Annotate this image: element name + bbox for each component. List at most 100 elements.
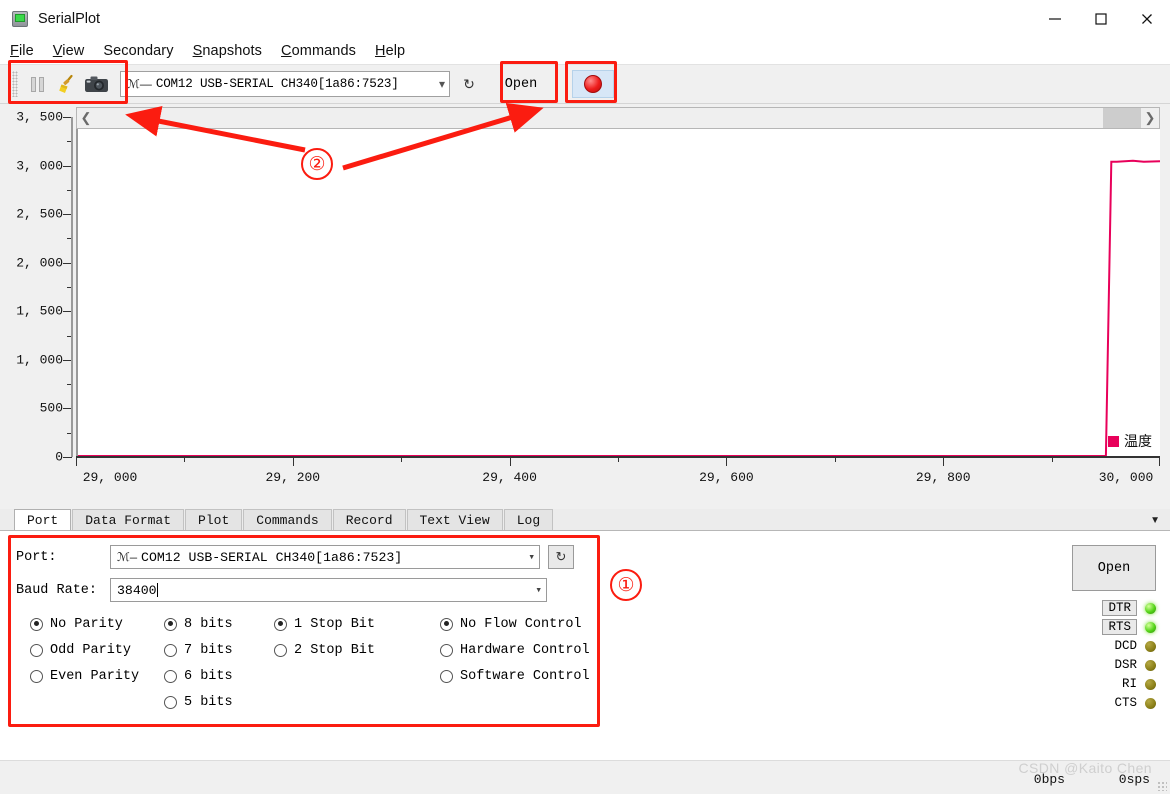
radio-no-flow-control[interactable]: No Flow Control (440, 611, 640, 637)
radio-indicator (164, 695, 177, 709)
chevron-down-icon[interactable]: ▾ (535, 583, 542, 597)
radio-label: Software Control (460, 668, 590, 684)
baud-rate-value: 38400 (117, 582, 157, 598)
ri-label: RI (1121, 677, 1137, 691)
record-button[interactable] (572, 70, 614, 98)
menu-item-file[interactable]: File (10, 43, 34, 59)
x-axis-minor-tick (184, 456, 186, 462)
dtr-toggle-button[interactable]: DTR (1102, 600, 1137, 616)
maximize-icon[interactable] (1078, 0, 1124, 38)
text-cursor (156, 583, 158, 597)
radio-even-parity[interactable]: Even Parity (30, 663, 158, 689)
dtr-led (1145, 602, 1156, 614)
plot-horizontal-scrollbar[interactable]: ❮ ❯ (76, 107, 1160, 129)
toolbar: ℳ— COM12 USB-SERIAL CH340[1a86:7523] ▾ ↻… (0, 64, 1170, 104)
radio-7-bits[interactable]: 7 bits (164, 637, 268, 663)
x-axis-tick-label: 29, 200 (265, 470, 321, 485)
chevron-left-icon[interactable]: ❮ (77, 110, 95, 126)
radio-indicator (274, 617, 287, 631)
radio-2-stop-bit[interactable]: 2 Stop Bit (274, 637, 434, 663)
y-axis: 0 500 1, 000 1, 500 2, 000 2, 500 3, 000 3, 500 (0, 104, 72, 465)
led-row-ri: RI (1006, 675, 1156, 693)
tab-text-view[interactable]: Text View (406, 509, 503, 530)
radio-no-parity[interactable]: No Parity (30, 611, 158, 637)
stopbits-group: 1 Stop Bit 2 Stop Bit (274, 611, 434, 715)
radio-6-bits[interactable]: 6 bits (164, 663, 268, 689)
scrollbar-thumb[interactable] (1103, 108, 1141, 128)
resize-grip[interactable] (1157, 781, 1167, 791)
chevron-down-icon[interactable]: ▾ (528, 550, 535, 564)
toolbar-open-button[interactable]: Open (494, 70, 548, 98)
y-axis-tick-label: 2, 000 (16, 255, 63, 271)
x-axis-tick (726, 456, 728, 466)
camera-icon[interactable] (82, 70, 112, 98)
pause-icon[interactable] (22, 70, 52, 98)
port-select-value: COM12 USB-SERIAL CH340[1a86:7523] (141, 549, 403, 565)
parity-group: No Parity Odd Parity Even Parity (30, 611, 158, 715)
radio-1-stop-bit[interactable]: 1 Stop Bit (274, 611, 434, 637)
tab-port[interactable]: Port (14, 509, 72, 530)
menu-item-secondary[interactable]: Secondary (103, 43, 173, 59)
open-button[interactable]: Open (1072, 545, 1156, 591)
baud-row: Baud Rate: 38400 ▾ (16, 578, 1170, 602)
menu-item-commands[interactable]: Commands (281, 43, 356, 59)
x-axis-minor-tick (834, 456, 836, 462)
close-icon[interactable] (1124, 0, 1170, 38)
window-title: SerialPlot (38, 11, 101, 27)
tab-data-format[interactable]: Data Format (72, 509, 185, 530)
radio-indicator (30, 643, 43, 657)
databits-group: 8 bits 7 bits 6 bits 5 bits (164, 611, 268, 715)
radio-indicator (440, 643, 453, 657)
y-axis-tick-label: 2, 500 (16, 206, 63, 222)
radio-indicator (440, 669, 453, 683)
radio-software-control[interactable]: Software Control (440, 663, 640, 689)
minimize-icon[interactable] (1032, 0, 1078, 38)
scrollbar-track[interactable] (95, 108, 1141, 128)
x-axis-tick (943, 456, 945, 466)
tab-record[interactable]: Record (332, 509, 406, 530)
x-axis-tick-label: 29, 000 (82, 470, 138, 485)
broom-icon[interactable] (52, 70, 82, 98)
tab-log[interactable]: Log (503, 509, 554, 530)
radio-hardware-control[interactable]: Hardware Control (440, 637, 640, 663)
toolbar-port-combobox[interactable]: ℳ— COM12 USB-SERIAL CH340[1a86:7523] ▾ (120, 71, 450, 97)
plot-canvas[interactable]: 温度 (76, 129, 1160, 456)
chevron-right-icon[interactable]: ❯ (1141, 110, 1159, 126)
menu-item-view[interactable]: View (53, 43, 85, 59)
x-axis-tick-label: 30, 000 (1098, 470, 1154, 485)
usb-icon: ℳ— (127, 77, 152, 91)
y-axis-tick-label: 3, 500 (16, 109, 63, 125)
chevron-down-icon[interactable]: ▾ (439, 77, 445, 91)
led-row-cts: CTS (1006, 694, 1156, 712)
menu-item-snapshots[interactable]: Snapshots (193, 43, 262, 59)
chevron-down-icon[interactable]: ▼ (1150, 515, 1160, 526)
menu-item-help[interactable]: Help (375, 43, 405, 59)
port-refresh-button[interactable]: ↻ (548, 545, 574, 569)
tab-plot[interactable]: Plot (185, 509, 243, 530)
radio-odd-parity[interactable]: Odd Parity (30, 637, 158, 663)
radio-8-bits[interactable]: 8 bits (164, 611, 268, 637)
plot-legend: 温度 (1108, 431, 1152, 451)
radio-label: 2 Stop Bit (294, 642, 376, 658)
y-axis-tick (63, 457, 72, 458)
series-path (78, 161, 1160, 456)
port-select[interactable]: ℳ— COM12 USB-SERIAL CH340[1a86:7523] ▾ (110, 545, 540, 569)
rts-toggle-button[interactable]: RTS (1102, 619, 1137, 635)
baud-rate-input[interactable]: 38400 ▾ (110, 578, 547, 602)
led-row-dsr: DSR (1006, 656, 1156, 674)
toolbar-grip[interactable] (12, 71, 18, 97)
series-temperature (78, 129, 1160, 456)
radio-5-bits[interactable]: 5 bits (164, 689, 268, 715)
x-axis-tick-label: 29, 600 (699, 470, 754, 485)
status-sps: 0sps (1118, 772, 1150, 787)
radio-label: 7 bits (184, 642, 233, 658)
port-settings-panel: Port: ℳ— COM12 USB-SERIAL CH340[1a86:752… (0, 531, 1170, 761)
tab-commands[interactable]: Commands (243, 509, 332, 530)
baud-rate-label: Baud Rate: (16, 582, 98, 598)
radio-label: 8 bits (184, 616, 233, 632)
dsr-label: DSR (1114, 658, 1137, 672)
window-controls (1032, 0, 1170, 38)
refresh-icon[interactable]: ↻ (458, 72, 480, 96)
status-bar: CSDN @Kaito Chen 0bps 0sps (0, 760, 1170, 794)
legend-swatch-temperature (1108, 435, 1119, 447)
